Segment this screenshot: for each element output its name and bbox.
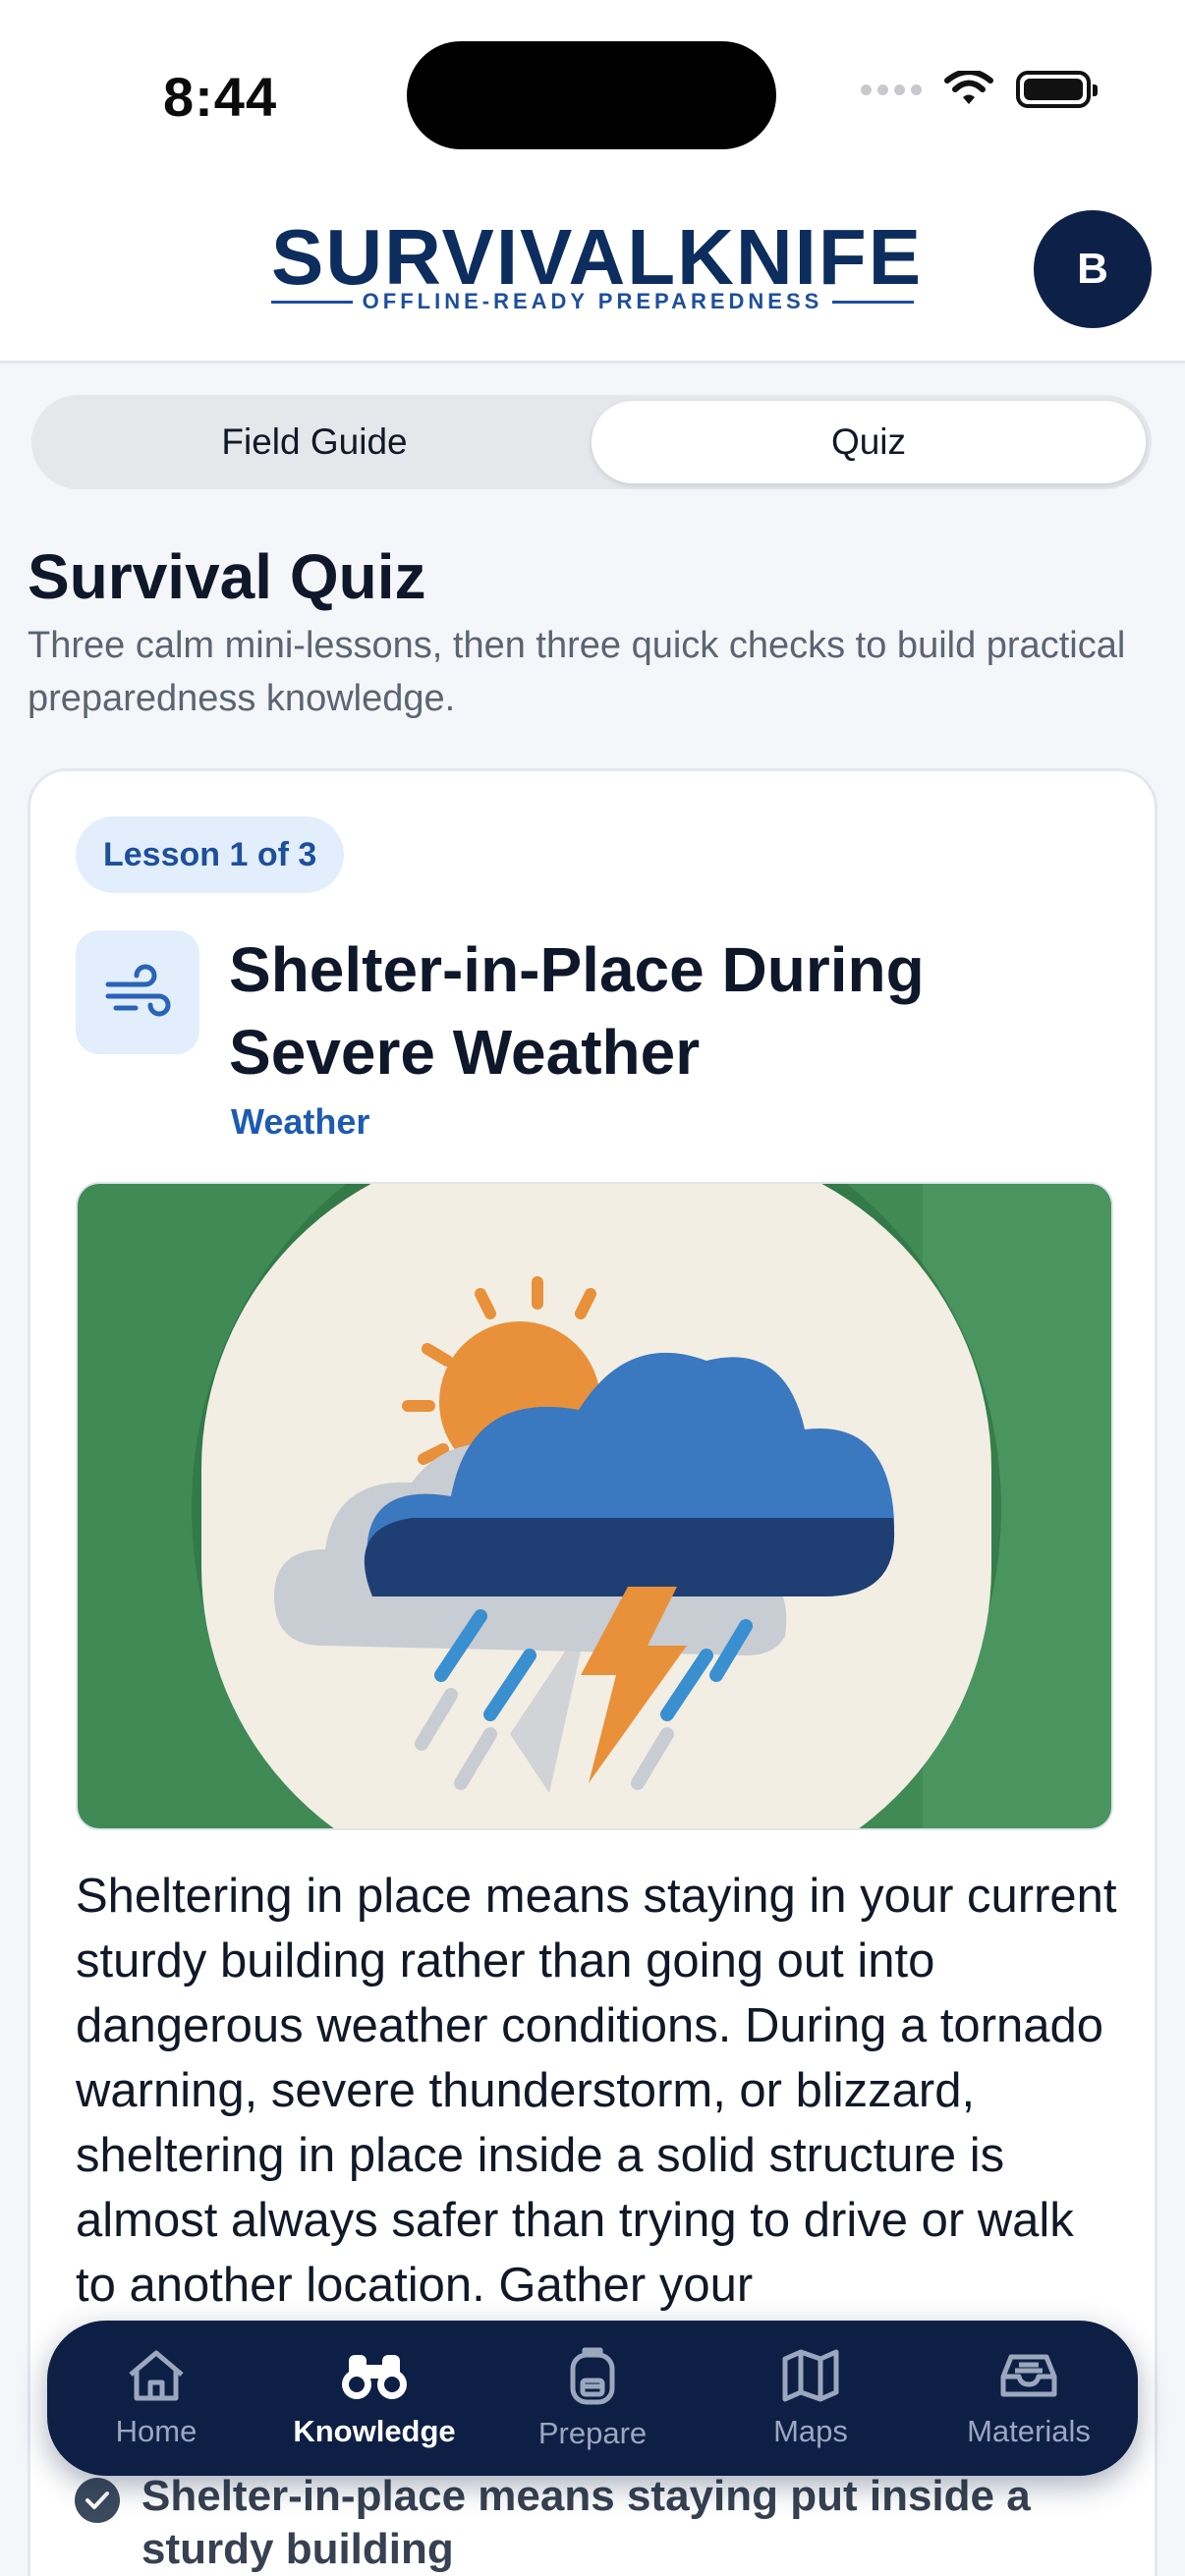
profile-avatar-button[interactable]: B bbox=[1034, 210, 1152, 328]
key-point-text: Shelter-in-place means staying put insid… bbox=[141, 2472, 1031, 2573]
wifi-icon bbox=[944, 71, 993, 104]
wind-icon bbox=[76, 930, 199, 1054]
lesson-category: Weather bbox=[231, 1101, 370, 1142]
tab-materials-label: Materials bbox=[967, 2414, 1091, 2448]
status-icons bbox=[861, 71, 1098, 108]
tab-maps-label: Maps bbox=[773, 2414, 848, 2448]
tab-home[interactable]: Home bbox=[58, 2347, 254, 2449]
segment-field-guide[interactable]: Field Guide bbox=[37, 401, 592, 483]
storm-cloud-illustration bbox=[76, 1182, 1113, 1830]
lesson-title: Shelter-in-Place During Severe Weather bbox=[229, 934, 925, 1088]
tab-prepare-label: Prepare bbox=[537, 2416, 648, 2450]
lesson-card: Lesson 1 of 3 Shelter-in-Place During Se… bbox=[28, 768, 1157, 2576]
page-description: Three calm mini-lessons, then three quic… bbox=[28, 625, 1126, 719]
tab-maps[interactable]: Maps bbox=[712, 2347, 909, 2449]
backpack-icon bbox=[570, 2347, 615, 2405]
tray-icon bbox=[1000, 2354, 1057, 2397]
status-time: 8:44 bbox=[163, 66, 278, 128]
tab-prepare[interactable]: Prepare bbox=[494, 2345, 691, 2451]
segment-quiz[interactable]: Quiz bbox=[592, 401, 1146, 483]
binoculars-icon bbox=[342, 2355, 407, 2399]
battery-icon bbox=[1016, 71, 1098, 108]
lesson-body-text: Sheltering in place means staying in you… bbox=[76, 1870, 1117, 2312]
map-icon bbox=[782, 2349, 839, 2402]
dynamic-island bbox=[407, 41, 776, 149]
key-point-item: Shelter-in-place means staying put insid… bbox=[75, 2470, 1156, 2576]
tab-knowledge[interactable]: Knowledge bbox=[276, 2347, 473, 2449]
brand-logo: SURVIVALKNIFE bbox=[271, 213, 924, 301]
brand-tagline: OFFLINE-READY PREPAREDNESS bbox=[271, 289, 914, 314]
check-circle-icon bbox=[75, 2478, 120, 2523]
mode-segmented-control: Field Guide Quiz bbox=[31, 395, 1152, 489]
home-icon bbox=[129, 2350, 184, 2401]
brand-tagline-text: OFFLINE-READY PREPAREDNESS bbox=[362, 289, 823, 313]
tab-knowledge-label: Knowledge bbox=[293, 2414, 456, 2448]
status-bar: 8:44 bbox=[0, 0, 1185, 187]
bottom-tab-bar: Home Knowledge Prepare Maps Materials bbox=[47, 2321, 1138, 2476]
page-title: Survival Quiz bbox=[28, 541, 426, 612]
app-header: SURVIVALKNIFE OFFLINE-READY PREPAREDNESS… bbox=[0, 187, 1185, 364]
tab-home-label: Home bbox=[115, 2414, 198, 2448]
cellular-signal-icon bbox=[861, 84, 922, 95]
lesson-progress-badge: Lesson 1 of 3 bbox=[76, 816, 345, 893]
tab-materials[interactable]: Materials bbox=[931, 2347, 1127, 2449]
